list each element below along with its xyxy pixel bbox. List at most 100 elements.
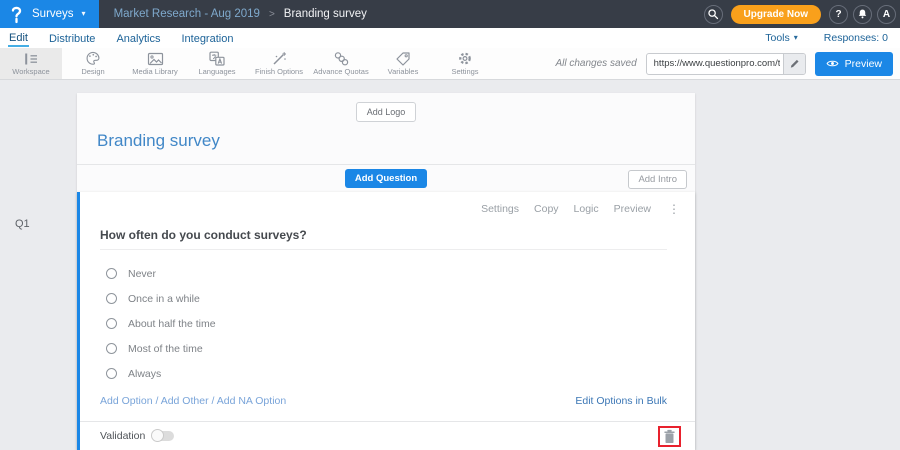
caret-down-icon: ▾: [794, 34, 798, 42]
radio-icon[interactable]: [106, 343, 117, 354]
image-icon: [147, 52, 164, 66]
question-settings-action[interactable]: Settings: [481, 203, 519, 215]
answer-option-row[interactable]: Once in a while: [106, 286, 695, 311]
bell-icon: [857, 8, 868, 20]
add-option-links[interactable]: Add Option / Add Other / Add NA Option: [100, 395, 286, 407]
toolbar-item-media-library[interactable]: Media Library: [124, 48, 186, 79]
breadcrumb: Market Research - Aug 2019 > Branding su…: [114, 8, 367, 20]
answer-option-row[interactable]: Never: [106, 261, 695, 286]
answer-option-label: Never: [128, 268, 156, 280]
toolbar-item-label: Settings: [451, 67, 478, 76]
answer-option-row[interactable]: About half the time: [106, 311, 695, 336]
upgrade-now-button[interactable]: Upgrade Now: [731, 5, 821, 24]
wand-icon: [271, 51, 287, 66]
answer-options: Never Once in a while About half the tim…: [80, 250, 695, 386]
search-icon: [707, 8, 719, 20]
breadcrumb-parent[interactable]: Market Research - Aug 2019: [114, 8, 260, 20]
toolbar-item-variables[interactable]: Variables: [372, 48, 434, 79]
toolbar-item-label: Finish Options: [255, 67, 303, 76]
tools-label: Tools: [765, 32, 790, 44]
edit-url-button[interactable]: [783, 53, 805, 75]
eye-icon: [826, 59, 839, 68]
toolbar-item-design[interactable]: Design: [62, 48, 124, 79]
toolbar-item-label: Languages: [198, 67, 235, 76]
tabs-right: Tools ▾ Responses: 0: [765, 32, 900, 44]
questionpro-logo-icon: [9, 4, 24, 24]
toolbar-right: All changes saved Preview: [555, 48, 900, 79]
top-bar: Surveys ▾ Market Research - Aug 2019 > B…: [0, 0, 900, 28]
question-preview-action[interactable]: Preview: [614, 203, 651, 215]
help-button[interactable]: ?: [829, 5, 848, 24]
tab-integration[interactable]: Integration: [180, 31, 234, 46]
question-text[interactable]: How often do you conduct surveys?: [100, 228, 667, 250]
breadcrumb-current: Branding survey: [284, 8, 367, 20]
question-actions: Settings Copy Logic Preview ⋮: [80, 192, 695, 215]
tag-icon: [395, 51, 411, 66]
toolbar-item-workspace[interactable]: Workspace: [0, 48, 62, 79]
edit-options-bulk-link[interactable]: Edit Options in Bulk: [575, 395, 667, 407]
answer-option-row[interactable]: Always: [106, 361, 695, 386]
toggle-knob: [151, 429, 164, 442]
option-links-row: Add Option / Add Other / Add NA Option E…: [80, 386, 695, 421]
survey-card: Add Logo Branding survey Add Question Ad…: [77, 93, 695, 450]
toolbar-item-label: Advance Quotas: [313, 67, 368, 76]
toolbar-item-label: Media Library: [132, 67, 177, 76]
toolbar-item-settings[interactable]: Settings: [434, 48, 496, 79]
tab-edit[interactable]: Edit: [8, 30, 29, 47]
survey-url-input[interactable]: [647, 58, 783, 69]
tab-distribute[interactable]: Distribute: [48, 31, 96, 46]
add-intro-button[interactable]: Add Intro: [628, 170, 687, 189]
add-question-button[interactable]: Add Question: [345, 169, 427, 188]
answer-option-row[interactable]: Most of the time: [106, 336, 695, 361]
notifications-button[interactable]: [853, 5, 872, 24]
radio-icon[interactable]: [106, 268, 117, 279]
radio-icon[interactable]: [106, 368, 117, 379]
toolbar-item-label: Workspace: [12, 67, 49, 76]
tab-analytics[interactable]: Analytics: [115, 31, 161, 46]
editor-toolbar: Workspace Design Media Library: [0, 48, 900, 80]
breadcrumb-separator: >: [269, 9, 275, 20]
tools-menu[interactable]: Tools ▾: [765, 32, 798, 44]
toolbar-item-languages[interactable]: Languages: [186, 48, 248, 79]
add-logo-button[interactable]: Add Logo: [356, 102, 417, 122]
question-footer: Validation: [80, 421, 695, 450]
survey-title[interactable]: Branding survey: [77, 122, 695, 164]
question-logic-action[interactable]: Logic: [574, 203, 599, 215]
question-block: Settings Copy Logic Preview ⋮ How often …: [77, 192, 695, 450]
answer-option-label: Once in a while: [128, 293, 200, 305]
delete-question-highlight: [658, 426, 681, 447]
translate-icon: [209, 51, 225, 66]
topbar-actions: Upgrade Now ? A: [704, 5, 900, 24]
chain-icon: [333, 51, 349, 66]
workspace-icon: [23, 52, 39, 66]
question-copy-action[interactable]: Copy: [534, 203, 559, 215]
validation-control: Validation: [100, 430, 174, 442]
avatar-initial: A: [883, 9, 890, 20]
gear-icon: [457, 51, 473, 66]
toolbar-item-finish-options[interactable]: Finish Options: [248, 48, 310, 79]
surveys-menu-label: Surveys: [32, 8, 74, 20]
search-button[interactable]: [704, 5, 723, 24]
pencil-icon: [789, 58, 800, 69]
survey-url-box: [646, 53, 806, 75]
validation-label: Validation: [100, 430, 145, 442]
surveys-menu[interactable]: Surveys ▾: [0, 0, 99, 28]
overflow-menu-icon[interactable]: ⋮: [668, 204, 680, 215]
radio-icon[interactable]: [106, 293, 117, 304]
answer-option-label: About half the time: [128, 318, 216, 330]
preview-button-label: Preview: [845, 58, 882, 70]
nav-tabs: Edit Distribute Analytics Integration To…: [0, 28, 900, 48]
validation-toggle[interactable]: [152, 431, 174, 441]
answer-option-label: Always: [128, 368, 161, 380]
toolbar-item-advance-quotas[interactable]: Advance Quotas: [310, 48, 372, 79]
toolbar-item-label: Variables: [388, 67, 419, 76]
responses-count[interactable]: Responses: 0: [824, 32, 888, 44]
question-mark-icon: ?: [835, 9, 841, 20]
trash-icon[interactable]: [663, 429, 676, 444]
radio-icon[interactable]: [106, 318, 117, 329]
caret-down-icon: ▾: [82, 10, 86, 18]
answer-option-label: Most of the time: [128, 343, 203, 355]
add-question-band: Add Question Add Intro: [77, 164, 695, 192]
preview-button[interactable]: Preview: [815, 52, 893, 76]
user-avatar[interactable]: A: [877, 5, 896, 24]
